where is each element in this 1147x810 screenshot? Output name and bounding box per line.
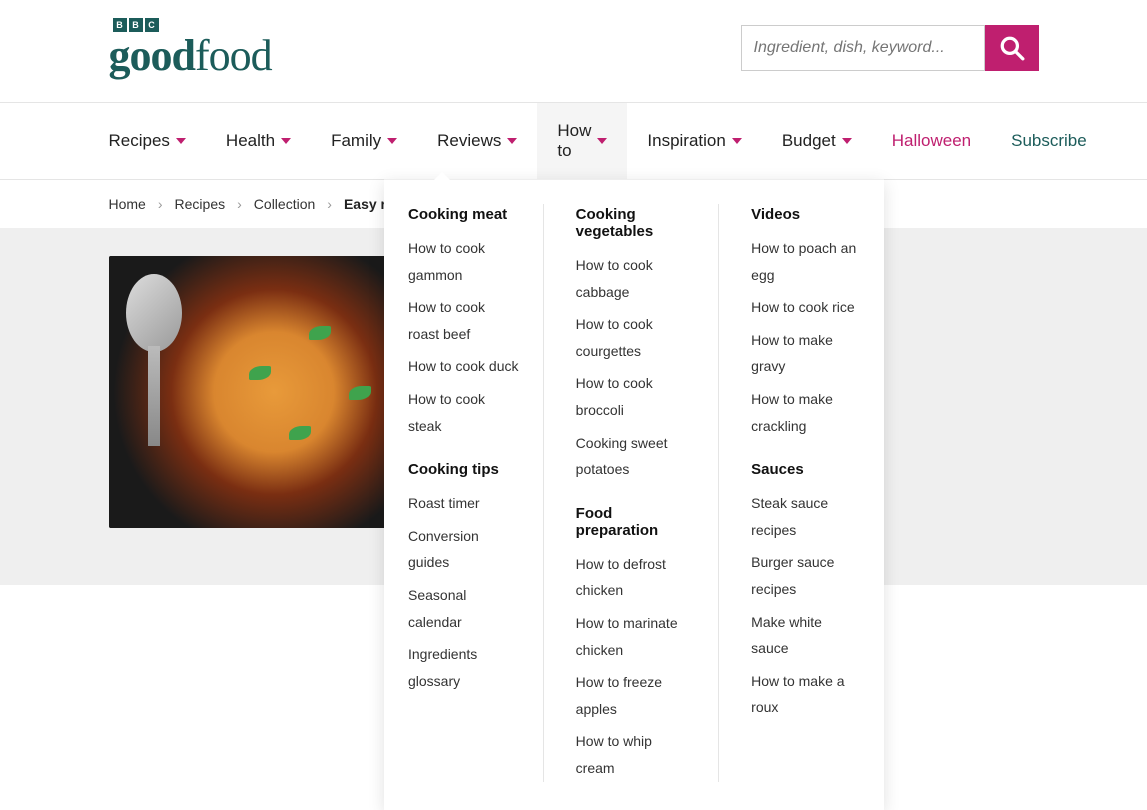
mega-heading-sauces: Sauces [751,461,860,478]
mega-link[interactable]: How to cook steak [408,386,519,439]
mega-link[interactable]: Cooking sweet potatoes [576,430,694,483]
mega-link[interactable]: Burger sauce recipes [751,549,860,602]
site-logo[interactable]: B B C goodfood [109,18,272,78]
mega-link[interactable]: How to cook duck [408,353,519,380]
search-button[interactable] [985,25,1039,71]
nav-subscribe[interactable]: Subscribe [991,103,1107,179]
mega-heading-cooking-vegetables: Cooking vegetables [576,206,694,240]
nav-inspiration[interactable]: Inspiration [627,103,761,179]
chevron-right-icon: › [327,196,332,212]
nav-howto[interactable]: How to [537,103,627,179]
mega-link[interactable]: How to cook cabbage [576,252,694,305]
nav-halloween[interactable]: Halloween [872,103,991,179]
breadcrumb-collection[interactable]: Collection [254,196,315,212]
mega-heading-cooking-tips: Cooking tips [408,461,519,478]
mega-link[interactable]: How to freeze apples [576,669,694,722]
mega-link[interactable]: How to cook rice [751,294,860,321]
nav-family[interactable]: Family [311,103,417,179]
nav-recipes[interactable]: Recipes [109,103,206,179]
caret-down-icon [176,138,186,144]
nav-reviews[interactable]: Reviews [417,103,537,179]
mega-heading-videos: Videos [751,206,860,223]
search-form [741,25,1039,71]
chevron-right-icon: › [237,196,242,212]
mega-link[interactable]: How to whip cream [576,728,694,781]
mega-link[interactable]: Make white sauce [751,609,860,662]
mega-heading-cooking-meat: Cooking meat [408,206,519,223]
breadcrumb-recipes[interactable]: Recipes [175,196,226,212]
chevron-right-icon: › [158,196,163,212]
mega-link[interactable]: Ingredients glossary [408,641,519,694]
howto-dropdown: Cooking meat How to cook gammon How to c… [384,179,884,810]
hero-image [109,256,409,528]
mega-link[interactable]: Roast timer [408,490,519,517]
caret-down-icon [842,138,852,144]
caret-down-icon [597,138,607,144]
mega-link[interactable]: How to cook gammon [408,235,519,288]
breadcrumb-home[interactable]: Home [109,196,146,212]
mega-link[interactable]: Conversion guides [408,523,519,576]
mega-link[interactable]: How to poach an egg [751,235,860,288]
mega-link[interactable]: How to cook courgettes [576,311,694,364]
mega-link[interactable]: How to marinate chicken [576,610,694,663]
mega-link[interactable]: How to make crackling [751,386,860,439]
mega-link[interactable]: How to make gravy [751,327,860,380]
mega-link[interactable]: How to defrost chicken [576,551,694,604]
main-nav: Recipes Health Family Reviews How to Ins… [0,102,1147,180]
mega-link[interactable]: Steak sauce recipes [751,490,860,543]
nav-health[interactable]: Health [206,103,311,179]
mega-link[interactable]: Seasonal calendar [408,582,519,635]
mega-heading-food-preparation: Food preparation [576,505,694,539]
logo-text: goodfood [109,34,272,78]
caret-down-icon [387,138,397,144]
mega-link[interactable]: How to make a roux [751,668,860,721]
mega-link[interactable]: How to cook broccoli [576,370,694,423]
nav-budget[interactable]: Budget [762,103,872,179]
search-icon [999,35,1025,61]
caret-down-icon [281,138,291,144]
mega-link[interactable]: How to cook roast beef [408,294,519,347]
caret-down-icon [732,138,742,144]
bbc-blocks: B B C [113,18,272,32]
caret-down-icon [507,138,517,144]
search-input[interactable] [741,25,985,71]
